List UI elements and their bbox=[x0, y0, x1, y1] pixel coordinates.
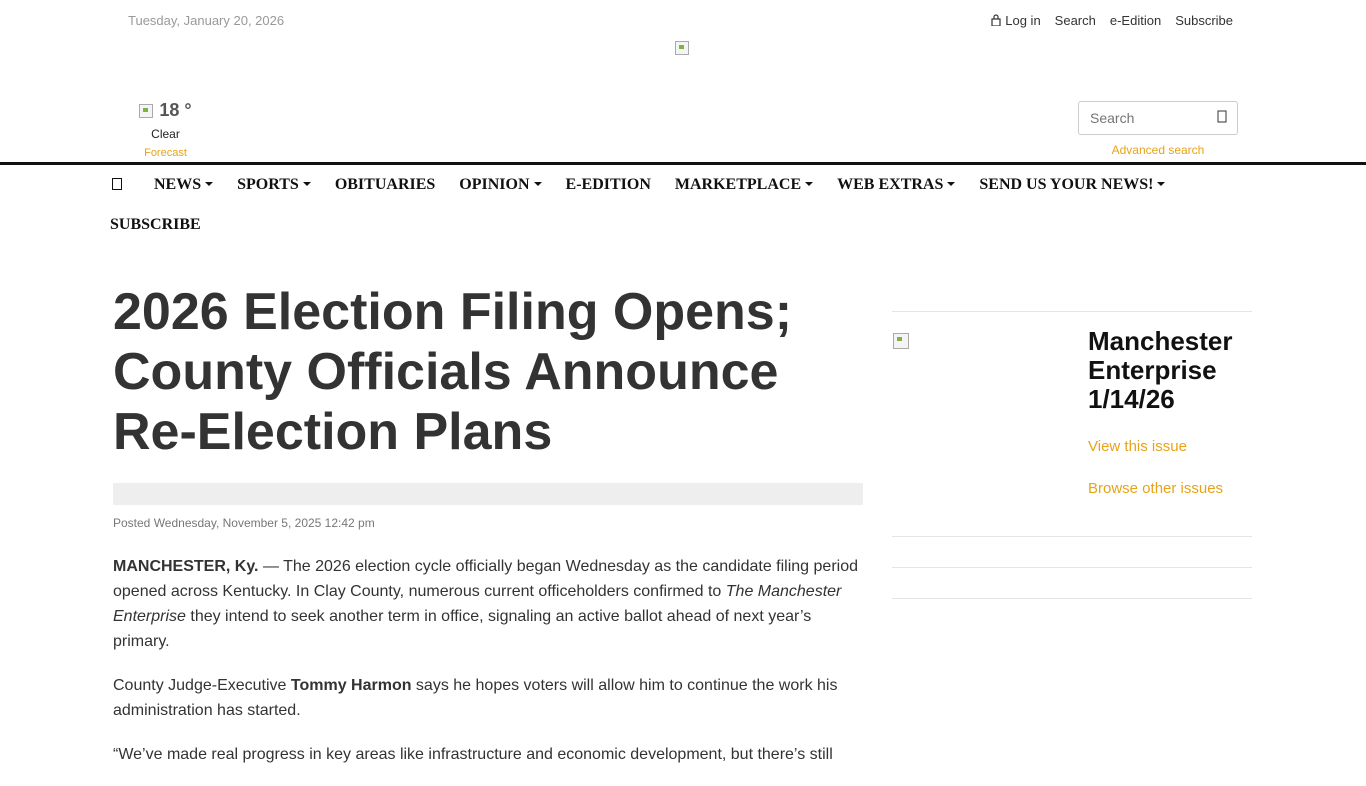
divider bbox=[892, 598, 1252, 599]
login-label: Log in bbox=[1005, 13, 1041, 28]
nav-label: SEND US YOUR NEWS! bbox=[979, 176, 1154, 193]
temperature: 18 ° bbox=[159, 100, 192, 120]
search-link[interactable]: Search bbox=[1055, 13, 1096, 28]
nav-label: SUBSCRIBE bbox=[110, 216, 201, 233]
dateline: MANCHESTER, Ky. bbox=[113, 558, 259, 575]
caret-down-icon bbox=[533, 182, 542, 186]
share-bar bbox=[113, 483, 863, 505]
advanced-search-link[interactable]: Advanced search bbox=[1078, 143, 1238, 157]
search-icon[interactable] bbox=[1217, 110, 1227, 124]
caret-down-icon bbox=[1157, 182, 1166, 186]
home-icon bbox=[112, 178, 122, 190]
caret-down-icon bbox=[205, 182, 214, 186]
article-paragraph: “We’ve made real progress in key areas l… bbox=[113, 742, 863, 767]
article-paragraph: County Judge-Executive Tommy Harmon says… bbox=[113, 673, 863, 723]
subscribe-link[interactable]: Subscribe bbox=[1175, 13, 1233, 28]
posted-date: Posted Wednesday, November 5, 2025 12:42… bbox=[113, 516, 375, 530]
nav-obituaries[interactable]: OBITUARIES bbox=[335, 176, 435, 194]
nav-label: OPINION bbox=[459, 176, 530, 193]
site-logo[interactable] bbox=[675, 41, 689, 55]
nav-label: NEWS bbox=[154, 176, 202, 193]
nav-send-news[interactable]: SEND US YOUR NEWS! bbox=[979, 176, 1166, 194]
nav-sports[interactable]: SPORTS bbox=[237, 176, 311, 194]
nav-marketplace[interactable]: MARKETPLACE bbox=[674, 176, 814, 194]
nav-label: SPORTS bbox=[237, 176, 299, 193]
weather-widget: 18 ° Clear Forecast bbox=[128, 100, 203, 159]
caret-down-icon bbox=[947, 182, 956, 186]
paragraph-text: County Judge-Executive bbox=[113, 677, 291, 694]
forecast-link[interactable]: Forecast bbox=[128, 147, 203, 159]
top-links: Log in Search e-Edition Subscribe bbox=[991, 13, 1233, 28]
eedition-sidebar: Manchester Enterprise 1/14/26 View this … bbox=[892, 311, 1252, 599]
nav-news[interactable]: NEWS bbox=[154, 176, 214, 194]
login-link[interactable]: Log in bbox=[991, 13, 1041, 28]
weather-condition: Clear bbox=[151, 127, 180, 141]
issue-title[interactable]: Manchester Enterprise 1/14/26 bbox=[1088, 327, 1248, 414]
nav-label: E-EDITION bbox=[565, 176, 651, 193]
search-input[interactable] bbox=[1090, 103, 1210, 133]
article-headline: 2026 Election Filing Opens; County Offic… bbox=[113, 283, 793, 461]
person-name: Tommy Harmon bbox=[290, 677, 412, 694]
nav-divider bbox=[0, 162, 1366, 165]
issue-cover-image[interactable] bbox=[893, 333, 909, 349]
nav-opinion[interactable]: OPINION bbox=[459, 176, 542, 194]
search-box bbox=[1078, 101, 1238, 135]
lock-icon bbox=[991, 14, 1001, 26]
nav-home[interactable] bbox=[110, 176, 130, 194]
paragraph-text: “We’ve made real progress in key areas l… bbox=[113, 746, 833, 763]
nav-eedition[interactable]: E-EDITION bbox=[566, 176, 651, 194]
nav-label: OBITUARIES bbox=[334, 176, 436, 193]
view-issue-link[interactable]: View this issue bbox=[1088, 438, 1187, 455]
caret-down-icon bbox=[805, 182, 814, 186]
nav-web-extras[interactable]: WEB EXTRAS bbox=[837, 176, 956, 194]
weather-icon bbox=[139, 103, 154, 118]
article-paragraph: MANCHESTER, Ky. — The 2026 election cycl… bbox=[113, 554, 863, 654]
nav-subscribe[interactable]: SUBSCRIBE bbox=[110, 216, 201, 234]
nav-label: MARKETPLACE bbox=[674, 176, 802, 193]
current-date: Tuesday, January 20, 2026 bbox=[128, 13, 285, 28]
eedition-link[interactable]: e-Edition bbox=[1110, 13, 1161, 28]
issue-card: Manchester Enterprise 1/14/26 View this … bbox=[892, 312, 1252, 536]
article-body: MANCHESTER, Ky. — The 2026 election cycl… bbox=[113, 554, 863, 786]
browse-issues-link[interactable]: Browse other issues bbox=[1088, 480, 1223, 497]
paragraph-text: they intend to seek another term in offi… bbox=[113, 608, 812, 650]
nav-label: WEB EXTRAS bbox=[837, 176, 944, 193]
caret-down-icon bbox=[302, 182, 311, 186]
main-nav: NEWS SPORTS OBITUARIES OPINION E-EDITION… bbox=[110, 176, 1260, 234]
